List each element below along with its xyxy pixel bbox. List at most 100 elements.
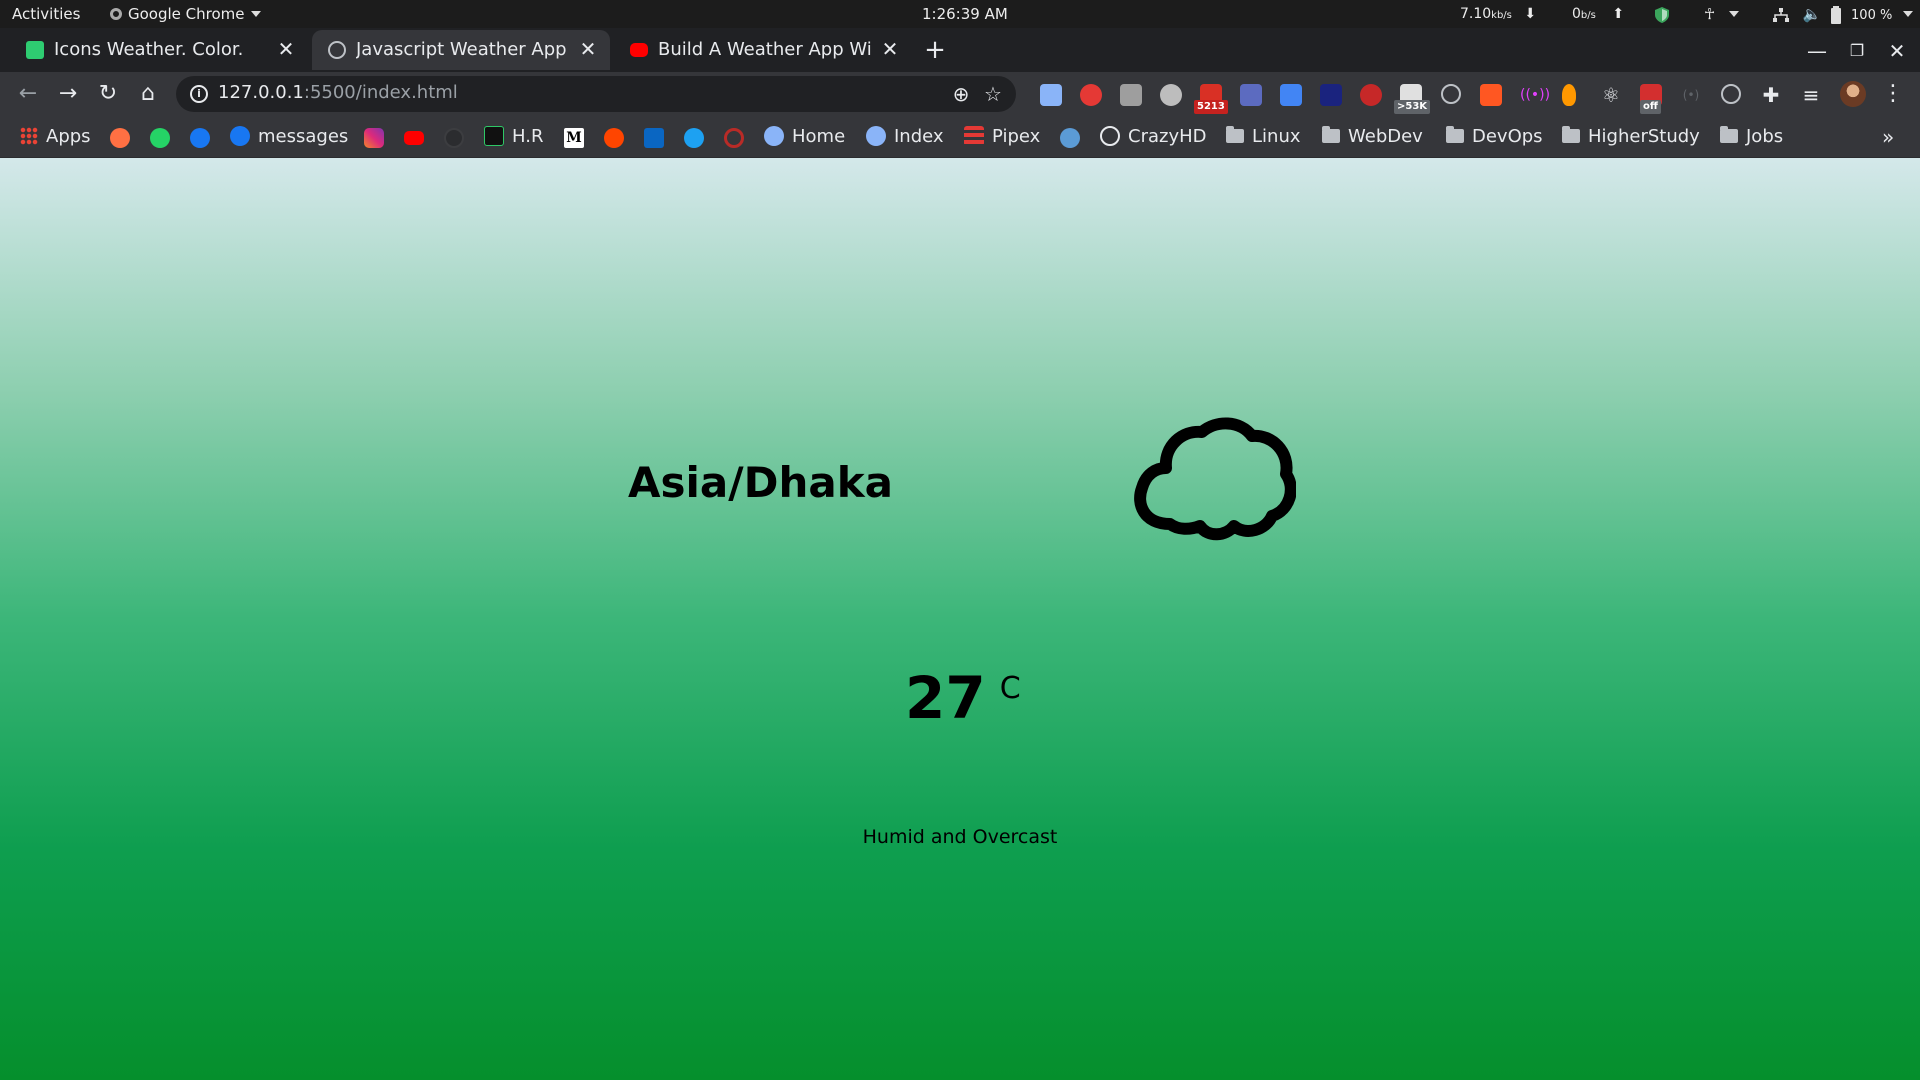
net-down-unit: kb/s <box>1491 10 1512 21</box>
close-icon[interactable]: ✕ <box>276 38 296 60</box>
system-status-menu[interactable]: 🔈 100 % <box>1772 0 1914 28</box>
broadcast-icon[interactable]: ((•)) <box>1520 84 1550 106</box>
bookmark-folder-linux[interactable]: Linux <box>1226 124 1301 150</box>
tab-javascript-weather-app[interactable]: Javascript Weather App ✕ <box>312 30 610 70</box>
lock-extension-icon[interactable] <box>1480 84 1502 106</box>
medium-icon[interactable]: M <box>564 128 584 148</box>
tab-title: Build A Weather App With <box>658 39 872 60</box>
tab-title: Javascript Weather App <box>356 39 567 60</box>
hackerrank-icon <box>484 126 504 146</box>
arrow-down-icon: ⬇ <box>1524 6 1537 22</box>
new-tab-button[interactable]: + <box>920 36 950 66</box>
adblock-icon[interactable] <box>1080 84 1102 106</box>
app-menu-label: Google Chrome <box>128 5 245 23</box>
close-window-icon[interactable]: ✕ <box>1882 36 1912 66</box>
linkedin-icon[interactable] <box>644 128 664 148</box>
extension-icon[interactable] <box>1721 84 1741 104</box>
avatar[interactable] <box>1840 81 1866 107</box>
extension-icon[interactable] <box>1360 84 1382 106</box>
back-button[interactable]: ← <box>12 78 44 110</box>
bookmark-folder-devops[interactable]: DevOps <box>1446 124 1543 150</box>
extension-icon[interactable]: (•) <box>1680 84 1702 106</box>
quora-icon[interactable] <box>724 128 744 148</box>
extension-icon[interactable] <box>1040 84 1062 106</box>
globe-extension-icon[interactable] <box>1441 84 1461 104</box>
tab-build-weather-app[interactable]: Build A Weather App With ✕ <box>614 30 912 70</box>
bookmark-label: Linux <box>1252 126 1301 147</box>
apps-grid-icon <box>20 127 38 145</box>
bookmark-icon[interactable] <box>444 128 464 148</box>
temperature-value: 27 <box>905 664 986 732</box>
whatsapp-icon[interactable] <box>150 128 170 148</box>
mail-checker-badge: >53K <box>1394 100 1431 114</box>
volume-icon: 🔈 <box>1802 5 1822 23</box>
more-options-icon[interactable]: ⋮ <box>1882 80 1904 108</box>
globe-icon <box>1100 126 1120 146</box>
forward-button[interactable]: → <box>52 78 84 110</box>
restore-icon[interactable]: ❐ <box>1842 36 1872 66</box>
extension-icon[interactable] <box>1160 84 1182 106</box>
extension-icon[interactable] <box>1562 84 1576 106</box>
bookmark-home[interactable]: Home <box>764 124 845 150</box>
url-text[interactable]: 127.0.0.1:5500/index.html <box>218 82 458 103</box>
app-menu[interactable]: Google Chrome <box>110 0 261 28</box>
system-top-bar: Activities Google Chrome 1:26:39 AM 7.10… <box>0 0 1920 28</box>
bookmark-label: Pipex <box>992 126 1041 147</box>
extension-icon[interactable] <box>1240 84 1262 106</box>
chevron-down-icon <box>1903 11 1914 17</box>
bookmark-hr[interactable]: H.R <box>484 124 543 150</box>
clock[interactable]: 1:26:39 AM <box>922 0 1008 28</box>
chevron-down-icon <box>250 11 261 17</box>
close-icon[interactable]: ✕ <box>578 38 598 60</box>
location-icon[interactable]: ⊕ <box>950 83 972 105</box>
youtube-icon[interactable] <box>404 131 424 145</box>
translate-icon[interactable] <box>1280 84 1302 106</box>
close-icon[interactable]: ✕ <box>880 38 900 60</box>
bookmark-index[interactable]: Index <box>866 124 944 150</box>
accessibility-menu[interactable]: ☥ <box>1704 0 1740 28</box>
home-button[interactable]: ⌂ <box>132 78 164 110</box>
extension-icon[interactable] <box>1120 84 1142 106</box>
twitter-icon[interactable] <box>684 128 704 148</box>
url-host: 127.0.0.1 <box>218 82 304 103</box>
tab-favicon-icon <box>26 41 44 59</box>
shield-extension-icon[interactable] <box>1320 84 1342 106</box>
shield-icon[interactable] <box>1654 0 1670 28</box>
url-path: :5500/index.html <box>303 82 458 103</box>
reddit-icon[interactable] <box>604 128 624 148</box>
facebook-icon <box>230 126 250 146</box>
activities-button[interactable]: Activities <box>12 0 80 28</box>
star-icon[interactable]: ☆ <box>982 83 1004 105</box>
bookmark-messages[interactable]: messages <box>230 124 348 150</box>
facebook-icon[interactable] <box>190 128 210 148</box>
instagram-icon[interactable] <box>364 128 384 148</box>
duckduckgo-icon[interactable] <box>110 128 130 148</box>
media-queue-icon[interactable]: ≡ <box>1800 84 1822 106</box>
reload-button[interactable]: ↻ <box>92 78 124 110</box>
net-speed-up: 0b/s ⬆ <box>1572 0 1624 28</box>
react-devtools-icon[interactable]: ⚛ <box>1600 84 1622 106</box>
bookmark-icon[interactable] <box>1060 128 1080 148</box>
chevron-down-icon <box>1729 11 1740 17</box>
net-up-value: 0 <box>1572 6 1581 22</box>
temperature-unit[interactable]: C <box>1000 671 1021 706</box>
minimize-icon[interactable]: — <box>1802 36 1832 66</box>
folder-icon <box>1720 126 1738 143</box>
net-up-unit: b/s <box>1580 10 1596 21</box>
bookmark-folder-higherstudy[interactable]: HigherStudy <box>1562 124 1700 150</box>
browser-toolbar: ← → ↻ ⌂ i 127.0.0.1:5500/index.html ⊕ ☆ … <box>0 72 1920 116</box>
shield-icon <box>764 126 784 146</box>
bookmark-folder-jobs[interactable]: Jobs <box>1720 124 1783 150</box>
puzzle-icon[interactable]: ✚ <box>1760 84 1782 106</box>
bookmarks-overflow-button[interactable]: » <box>1882 124 1894 150</box>
bookmark-folder-webdev[interactable]: WebDev <box>1322 124 1423 150</box>
address-bar[interactable]: i 127.0.0.1:5500/index.html ⊕ ☆ <box>176 76 1016 112</box>
tab-icons-weather[interactable]: Icons Weather. Color. ✕ <box>10 30 308 70</box>
bookmark-apps[interactable]: Apps <box>20 124 91 150</box>
bookmark-label: HigherStudy <box>1588 126 1700 147</box>
temperature-section: 27 C <box>905 664 1021 732</box>
bookmark-crazyhd[interactable]: CrazyHD <box>1100 124 1207 150</box>
cloudy-icon <box>1134 417 1296 541</box>
bookmark-pipex[interactable]: Pipex <box>964 124 1040 150</box>
info-icon[interactable]: i <box>190 85 208 103</box>
